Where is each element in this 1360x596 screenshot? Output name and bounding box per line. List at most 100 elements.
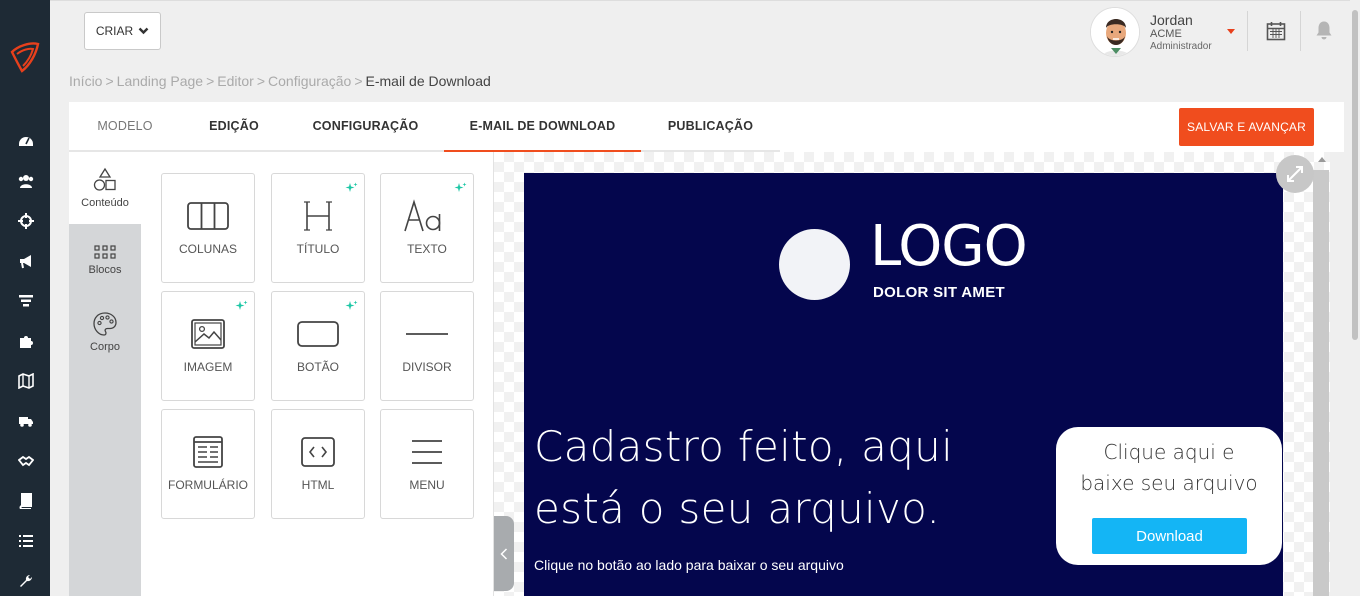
tile-image[interactable]: IMAGEM (161, 291, 255, 401)
user-role: Administrador (1150, 40, 1212, 52)
editor-nav-body[interactable]: Corpo (69, 296, 141, 368)
sparkle-icon (345, 300, 358, 310)
editor-nav-label: Corpo (90, 341, 120, 353)
save-and-continue-button[interactable]: SALVAR E AVANÇAR (1179, 108, 1314, 146)
tile-text[interactable]: TEXTO (380, 173, 474, 283)
email-subtext[interactable]: Clique no botão ao lado para baixar o se… (534, 557, 844, 573)
logo-text: LOGO (870, 214, 1028, 279)
breadcrumb-item[interactable]: Início (69, 73, 102, 89)
chevron-left-icon (500, 547, 508, 560)
wrench-icon[interactable] (17, 572, 34, 589)
create-button[interactable]: CRIAR (84, 12, 161, 50)
tile-label: FORMULÁRIO (167, 478, 248, 492)
map-icon[interactable] (17, 372, 34, 389)
main-sidebar (0, 0, 69, 596)
user-company: ACME (1150, 27, 1182, 40)
calendar-icon[interactable] (1266, 21, 1286, 41)
menu-icon (412, 440, 442, 464)
tile-divider[interactable]: DIVISOR (380, 291, 474, 401)
editor-nav: Conteúdo Blocos Corpo (69, 152, 141, 596)
grid-dots-icon (94, 245, 116, 259)
tile-title[interactable]: TÍTULO (271, 173, 365, 283)
columns-icon (187, 202, 229, 230)
bell-icon[interactable] (1314, 20, 1334, 41)
tile-columns[interactable]: COLUNAS (161, 173, 255, 283)
tab-publicacao[interactable]: PUBLICAÇÃO (641, 102, 780, 150)
tile-form[interactable]: FORMULÁRIO (161, 409, 255, 519)
sparkle-icon (454, 182, 467, 192)
tile-button[interactable]: BOTÃO (271, 291, 365, 401)
canvas-scrollbar[interactable] (1313, 170, 1329, 596)
puzzle-icon[interactable] (17, 332, 34, 349)
email-preview[interactable]: LOGO DOLOR SIT AMET Cadastro feito, aqui… (524, 173, 1283, 596)
tab-modelo[interactable]: MODELO (69, 102, 181, 150)
tile-label: TÍTULO (296, 242, 340, 256)
breadcrumb-item[interactable]: Editor (217, 73, 254, 89)
editor-nav-label: Conteúdo (81, 197, 129, 209)
page-scrollbar-thumb[interactable] (1352, 10, 1358, 340)
user-menu[interactable]: Jordan ACME Administrador (1090, 7, 1212, 57)
target-icon[interactable] (17, 212, 34, 229)
caret-down-icon[interactable] (1227, 29, 1235, 34)
top-bar: CRIAR Jordan ACME Administrador (50, 0, 1360, 60)
cta-card[interactable]: Clique aqui e baixe seu arquivo Download (1056, 427, 1282, 565)
sparkle-icon (235, 300, 248, 310)
megaphone-icon[interactable] (17, 252, 34, 269)
editor-nav-blocks[interactable]: Blocos (69, 224, 141, 296)
tile-label: BOTÃO (296, 360, 339, 374)
header-divider (1247, 11, 1248, 51)
tile-menu[interactable]: MENU (380, 409, 474, 519)
funnel-icon[interactable] (17, 292, 34, 309)
tile-label: MENU (409, 478, 445, 492)
breadcrumb-separator: > (105, 73, 114, 89)
breadcrumb-separator: > (354, 73, 363, 89)
editor-nav-label: Blocos (88, 264, 122, 276)
handshake-icon[interactable] (17, 452, 34, 469)
tab-configuracao[interactable]: CONFIGURAÇÃO (287, 102, 444, 150)
breadcrumb-item[interactable]: Configuração (268, 73, 351, 89)
truck-icon[interactable] (17, 412, 34, 429)
breadcrumb: Início > Landing Page > Editor > Configuração >… (69, 73, 491, 89)
logo-tagline: DOLOR SIT AMET (873, 284, 1005, 301)
contacts-icon[interactable] (17, 172, 34, 189)
user-name: Jordan (1150, 11, 1193, 28)
tile-label: TEXTO (407, 242, 447, 256)
content-tiles-panel: COLUNAS TÍTULO TEXTO IMAGEM BOTÃO DIVISO… (141, 152, 494, 596)
header-divider (1300, 11, 1301, 51)
breadcrumb-item[interactable]: Landing Page (117, 73, 203, 89)
divider-icon (406, 333, 448, 335)
download-button[interactable]: Download (1092, 518, 1247, 554)
tile-label: COLUNAS (178, 242, 237, 256)
headline-line: Cadastro feito, aqui (534, 422, 954, 471)
form-icon (193, 436, 223, 468)
breadcrumb-separator: > (256, 73, 266, 89)
scroll-up-arrow-icon[interactable] (1318, 157, 1326, 162)
tab-edicao[interactable]: EDIÇÃO (181, 102, 287, 150)
chevron-down-icon (138, 27, 149, 35)
tab-email-download[interactable]: E-MAIL DE DOWNLOAD (444, 102, 641, 153)
brand-logo-icon[interactable] (8, 38, 42, 74)
expand-icon (1287, 166, 1303, 182)
wizard-tabs: MODELO EDIÇÃO CONFIGURAÇÃO E-MAIL DE DOW… (69, 102, 1344, 153)
editor-nav-content[interactable]: Conteúdo (69, 152, 141, 224)
collapse-panel-handle[interactable] (494, 516, 514, 591)
book-icon[interactable] (17, 492, 34, 509)
sparkle-icon (345, 182, 358, 192)
fullscreen-button[interactable] (1276, 155, 1314, 193)
cta-line: Clique aqui e (1103, 440, 1235, 464)
dashboard-icon[interactable] (17, 132, 34, 149)
breadcrumb-current: E-mail de Download (365, 73, 491, 89)
cta-text: Clique aqui e baixe seu arquivo (1056, 437, 1282, 499)
headline-line: está o seu arquivo. (534, 484, 941, 533)
list-icon[interactable] (17, 532, 34, 549)
tile-html[interactable]: HTML (271, 409, 365, 519)
email-headline[interactable]: Cadastro feito, aqui está o seu arquivo. (534, 416, 1014, 540)
code-icon (301, 437, 335, 467)
avatar (1090, 7, 1140, 57)
shapes-icon (93, 167, 116, 191)
logo-circle (779, 229, 850, 300)
tile-label: DIVISOR (402, 360, 452, 374)
button-icon (297, 321, 339, 347)
page-scrollbar[interactable] (1350, 0, 1360, 596)
text-icon (404, 199, 441, 232)
